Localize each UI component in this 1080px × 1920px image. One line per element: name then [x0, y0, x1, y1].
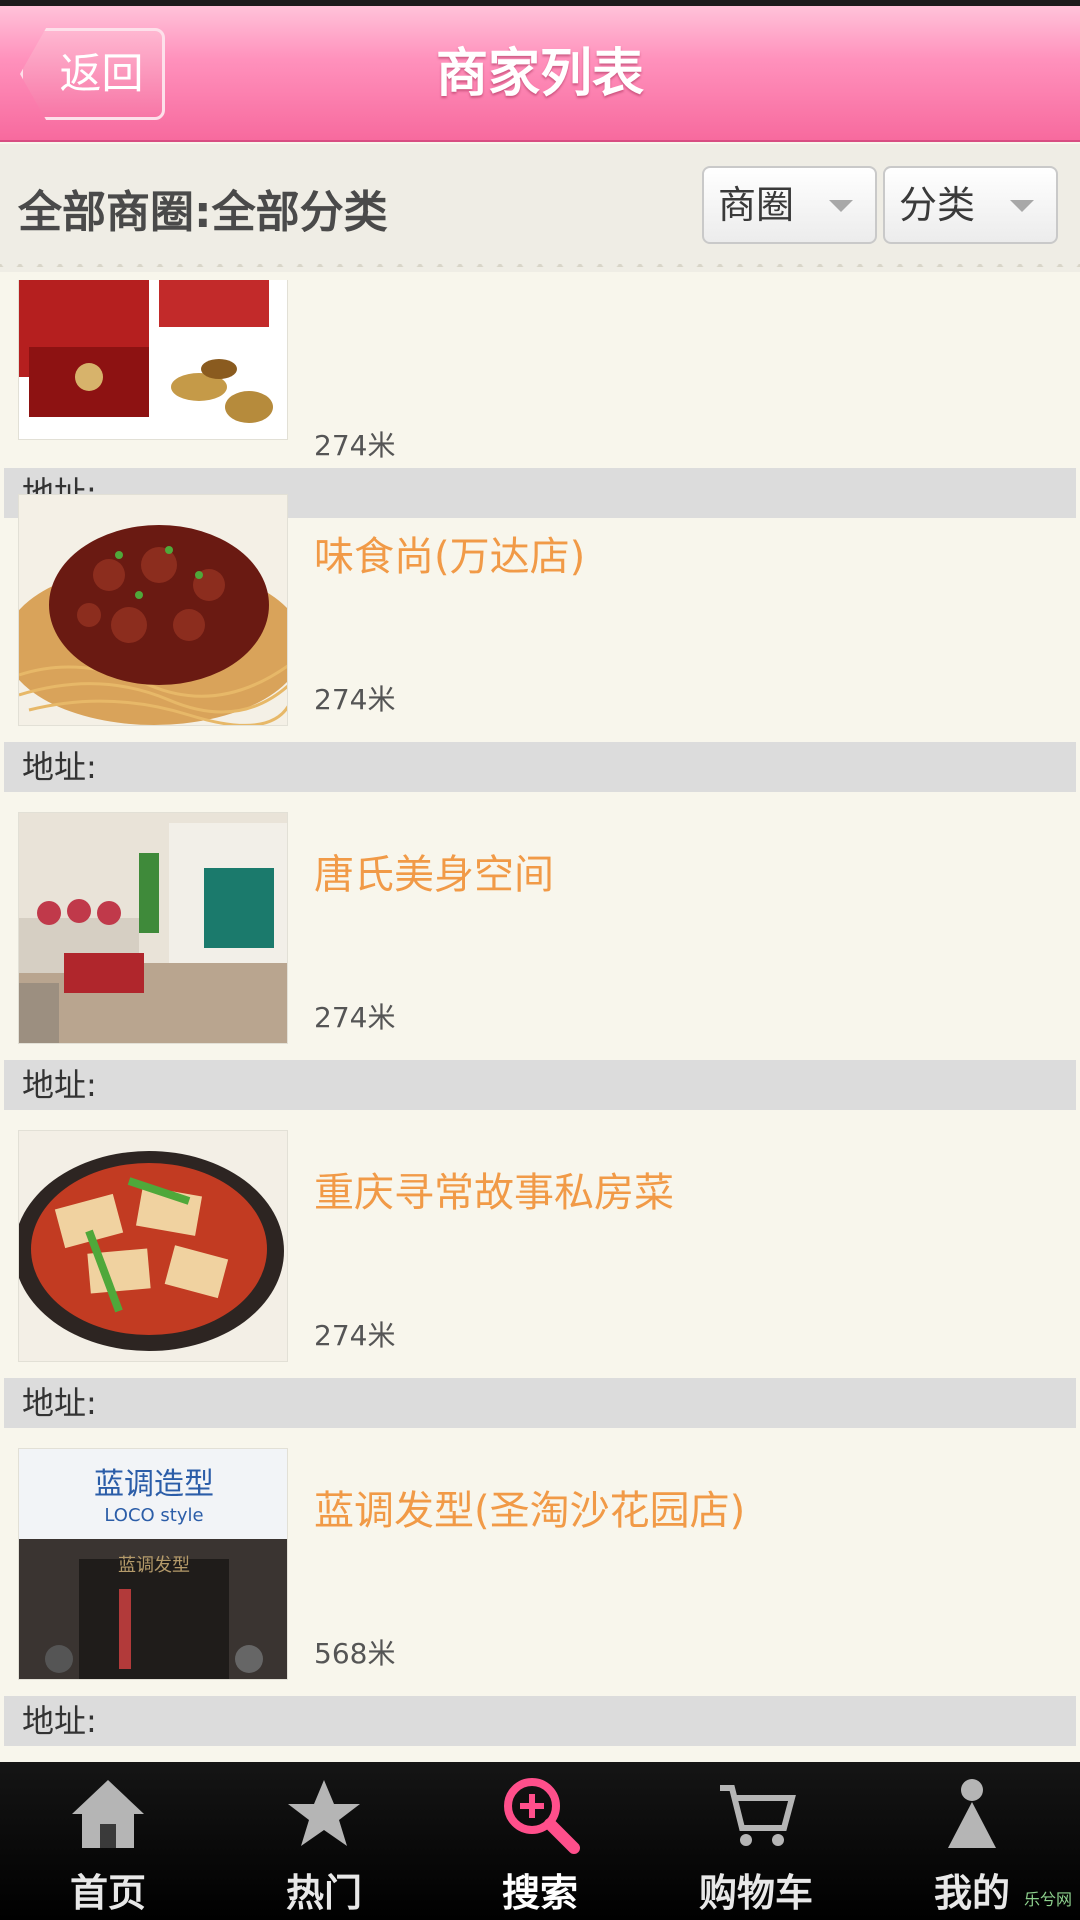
area-dropdown[interactable]: 商圈: [702, 166, 877, 244]
merchant-thumbnail: [18, 280, 288, 440]
merchant-distance: 274米: [314, 429, 396, 462]
chevron-down-icon: [1010, 200, 1034, 212]
merchant-list[interactable]: 274米 地址: 味食尚(万达店) 274米 地址: 唐氏美身空间 274米 地…: [0, 280, 1080, 1760]
tab-hot[interactable]: 热门: [216, 1762, 432, 1920]
merchant-name[interactable]: 味食尚(万达店): [314, 524, 585, 582]
user-icon: [948, 1779, 996, 1848]
star-icon: [288, 1780, 360, 1846]
sign-text: 蓝调造型: [94, 1467, 214, 1502]
tab-label: 热门: [285, 1871, 362, 1915]
watermark: 乐兮网: [1023, 1890, 1072, 1909]
filter-bar: 全部商圈:全部分类 商圈 分类: [0, 144, 1080, 272]
merchant-thumbnail: [18, 1130, 288, 1362]
merchant-distance: 274米: [314, 683, 396, 716]
sign-text: 蓝调发型: [118, 1555, 190, 1576]
merchant-distance: 568米: [314, 1637, 396, 1670]
list-item[interactable]: 重庆寻常故事私房菜 274米 地址:: [0, 1130, 1080, 1448]
address-bar: 地址:: [4, 1378, 1076, 1428]
merchant-distance: 274米: [314, 1319, 396, 1352]
tab-cart[interactable]: 购物车: [648, 1762, 864, 1920]
merchant-thumbnail: [18, 812, 288, 1044]
back-button[interactable]: 返回: [20, 28, 165, 120]
address-bar: 地址:: [4, 1696, 1076, 1746]
address-bar: 地址:: [4, 742, 1076, 792]
tab-search[interactable]: 搜索: [432, 1762, 648, 1920]
header: 商家列表 返回: [0, 6, 1080, 142]
area-dropdown-label: 商圈: [718, 183, 795, 227]
category-dropdown[interactable]: 分类: [883, 166, 1058, 244]
search-icon: [504, 1778, 580, 1854]
filter-summary: 全部商圈:全部分类: [18, 187, 388, 238]
category-dropdown-label: 分类: [899, 183, 976, 227]
home-icon: [72, 1780, 144, 1848]
merchant-thumbnail: 蓝调造型 LOCO style 蓝调发型: [18, 1448, 288, 1680]
merchant-name[interactable]: 重庆寻常故事私房菜: [314, 1160, 674, 1218]
sign-text: LOCO style: [104, 1505, 203, 1526]
chevron-down-icon: [829, 200, 853, 212]
merchant-thumbnail: [18, 494, 288, 726]
tab-label: 搜索: [501, 1871, 578, 1915]
tab-home[interactable]: 首页: [0, 1762, 216, 1920]
cart-icon: [720, 1785, 796, 1846]
address-bar: 地址:: [4, 1060, 1076, 1110]
merchant-name[interactable]: 唐氏美身空间: [314, 842, 554, 900]
list-item[interactable]: 味食尚(万达店) 274米 地址:: [0, 494, 1080, 812]
bottom-tab-bar: 首页 热门 搜索 购物车 我的 乐兮网: [0, 1762, 1080, 1920]
list-item[interactable]: 蓝调造型 LOCO style 蓝调发型 蓝调发型(圣淘沙花园店) 568米 地…: [0, 1448, 1080, 1760]
tab-label: 购物车: [698, 1871, 813, 1915]
merchant-distance: 274米: [314, 1001, 396, 1034]
merchant-name[interactable]: 蓝调发型(圣淘沙花园店): [314, 1478, 745, 1536]
wavy-divider: [0, 262, 1080, 278]
list-item[interactable]: 唐氏美身空间 274米 地址:: [0, 812, 1080, 1130]
tab-label: 首页: [69, 1871, 146, 1915]
